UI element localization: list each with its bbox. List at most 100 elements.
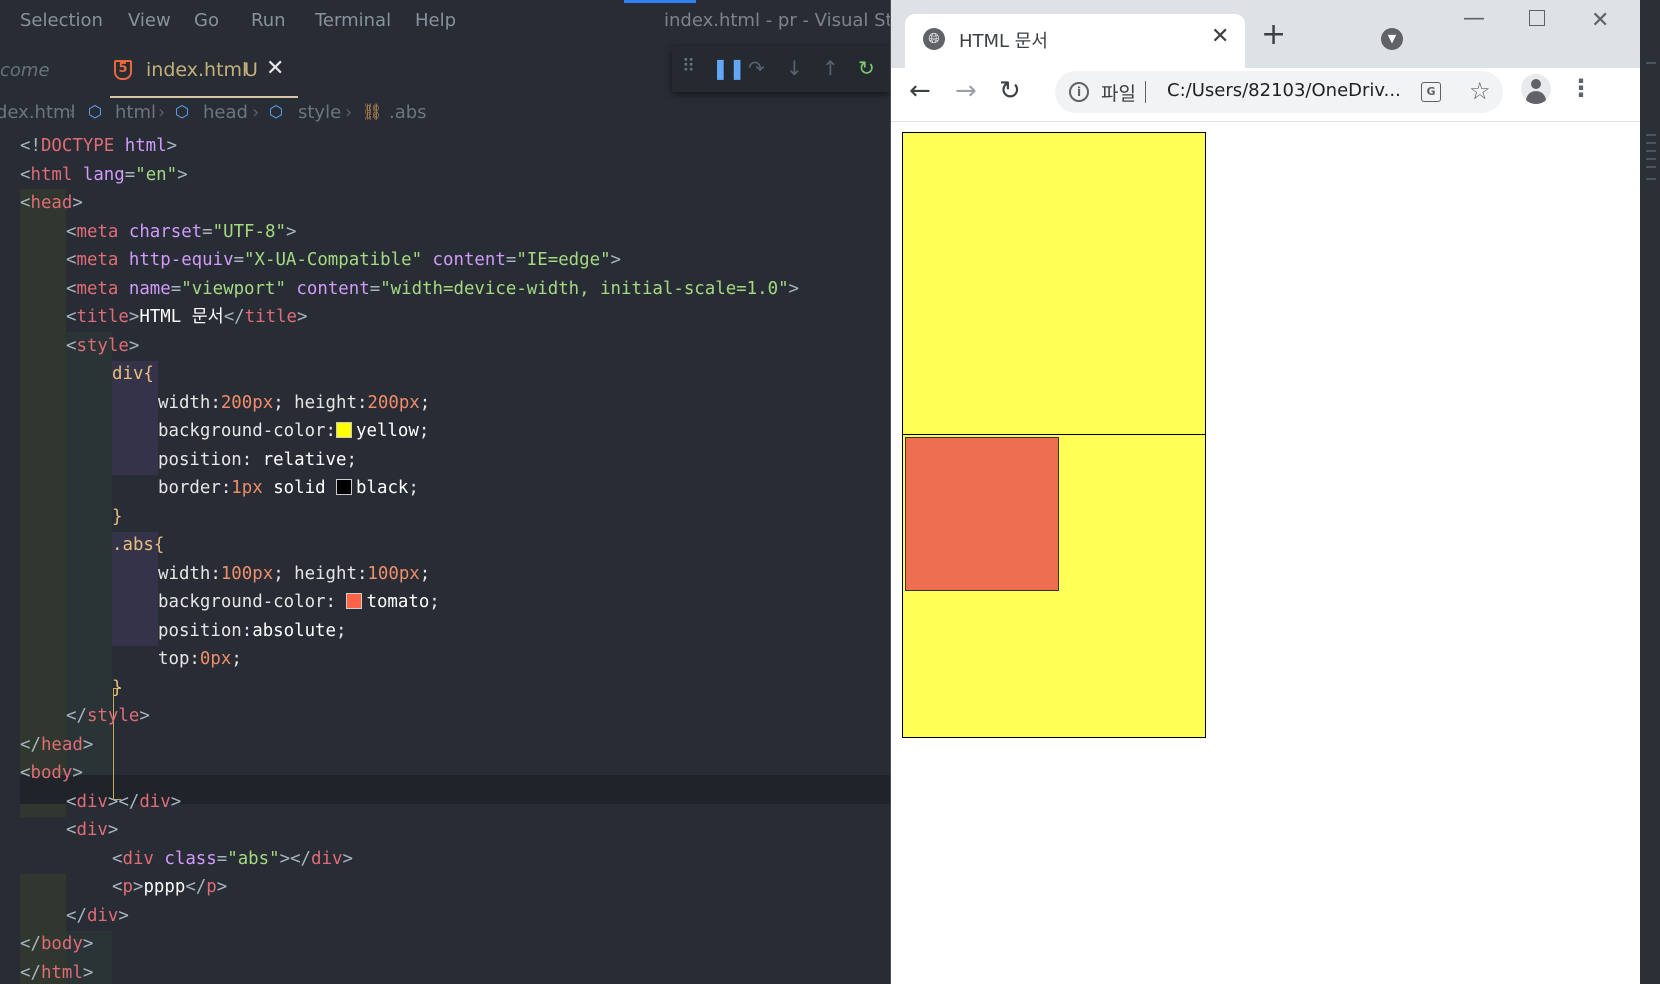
window-title: index.html - pr - Visual Studi <box>664 10 890 31</box>
code-line-28: </div> <box>66 905 129 926</box>
code-editor[interactable]: <!DOCTYPE html> <html lang="en"> <head> … <box>0 132 890 984</box>
code-line-7: <title>HTML 문서</title> <box>66 307 308 327</box>
browser-tab-title: HTML 문서 <box>959 31 1048 52</box>
avatar-head <box>1531 79 1541 89</box>
tab-untracked-badge: U <box>244 59 258 81</box>
code-line-12: position: relative; <box>158 449 357 470</box>
menu-help[interactable]: Help <box>415 10 456 31</box>
code-line-23: <body> <box>20 763 83 783</box>
profile-avatar[interactable] <box>1521 74 1551 104</box>
code-line-25: <div> <box>66 820 119 840</box>
strip-mark <box>1646 166 1656 168</box>
title-accent-bar <box>624 0 696 3</box>
code-line-15: .abs{ <box>112 535 165 555</box>
menu-run[interactable]: Run <box>251 10 286 31</box>
code-line-2: <html lang="en"> <box>20 164 188 185</box>
close-icon[interactable]: ✕ <box>1211 24 1229 49</box>
breadcrumb: dex.html › ⬡ html › ⬡ head › ⬡ style › ⛓… <box>0 102 890 128</box>
chevron-right-icon: › <box>68 102 76 123</box>
menu-bar: Selection View Go Run Terminal Help inde… <box>0 0 890 44</box>
code-line-26: <div class="abs"></div> <box>112 848 353 869</box>
tab-search-icon[interactable]: ▼ <box>1381 28 1403 50</box>
breadcrumb-head[interactable]: head <box>203 102 248 123</box>
chevron-right-icon: › <box>158 102 166 123</box>
avatar-body <box>1526 91 1546 104</box>
breadcrumb-file[interactable]: dex.html <box>0 102 76 123</box>
yellow-div-box <box>902 132 1206 436</box>
drag-handle-icon[interactable]: ⠿ <box>682 56 695 77</box>
debug-toolbar: ⠿ ❚❚ ↷ ↓ ↑ ↻ <box>672 46 890 92</box>
code-line-4: <meta charset="UTF-8"> <box>66 221 297 242</box>
bookmark-star-icon[interactable]: ☆ <box>1469 77 1491 105</box>
page-viewport <box>891 122 1641 984</box>
element-cube-icon: ⬡ <box>175 102 189 121</box>
element-cube-icon: ⬡ <box>269 102 283 121</box>
globe-icon: 🌐︎ <box>923 28 945 50</box>
forward-arrow-icon[interactable]: → <box>955 76 977 106</box>
browser-tab[interactable]: 🌐︎ HTML 문서 ✕ <box>905 14 1245 68</box>
color-swatch-black[interactable] <box>336 479 353 495</box>
code-line-16: width:100px; height:100px; <box>158 563 431 584</box>
menu-view[interactable]: View <box>128 10 171 31</box>
html5-file-icon: 5 <box>114 60 132 80</box>
breadcrumb-abs[interactable]: .abs <box>389 102 427 123</box>
vscode-window: Selection View Go Run Terminal Help inde… <box>0 0 890 984</box>
menu-selection[interactable]: Selection <box>20 10 103 31</box>
menu-go[interactable]: Go <box>194 10 219 31</box>
url-text[interactable]: C:/Users/82103/OneDriv... <box>1167 80 1401 101</box>
maximize-icon[interactable] <box>1529 10 1545 26</box>
strip-mark <box>1646 178 1656 180</box>
code-line-30: </html> <box>20 962 94 983</box>
strip-mark <box>1646 150 1656 152</box>
code-line-19: top:0px; <box>158 649 242 669</box>
step-out-icon[interactable]: ↑ <box>822 56 839 80</box>
tab-close-icon[interactable]: ✕ <box>266 56 284 81</box>
tab-welcome[interactable]: come <box>0 60 50 81</box>
reload-icon[interactable]: ↻ <box>999 76 1021 106</box>
color-swatch-tomato[interactable] <box>346 593 363 609</box>
color-swatch-yellow[interactable] <box>336 422 352 438</box>
menu-terminal[interactable]: Terminal <box>315 10 391 31</box>
window-close-icon[interactable]: ✕ <box>1591 8 1609 33</box>
translate-icon[interactable]: G <box>1421 82 1441 102</box>
info-icon[interactable]: i <box>1069 82 1089 102</box>
code-line-18: position:absolute; <box>158 620 347 641</box>
minimap-strip <box>1640 0 1660 984</box>
strip-mark <box>1646 142 1656 144</box>
code-line-8: <style> <box>66 335 140 356</box>
code-line-11: background-color: yellow; <box>158 421 430 441</box>
tab-filename: index.html <box>146 59 248 81</box>
kebab-menu-icon[interactable]: ⋮ <box>1569 74 1593 102</box>
code-line-6: <meta name="viewport" content="width=dev… <box>66 278 800 299</box>
code-line-9: div{ <box>112 364 154 384</box>
code-line-10: width:200px; height:200px; <box>158 392 431 413</box>
step-into-icon[interactable]: ↓ <box>786 56 803 80</box>
tab-index-html[interactable]: 5 index.html U ✕ <box>110 44 298 98</box>
minimize-icon[interactable]: — <box>1463 6 1485 31</box>
address-bar[interactable]: i 파일 C:/Users/82103/OneDriv... G ☆ <box>1055 71 1503 113</box>
code-line-21: </style> <box>66 706 150 726</box>
breadcrumb-style[interactable]: style <box>298 102 341 123</box>
strip-mark <box>1646 158 1656 160</box>
code-line-22: </head> <box>20 734 94 755</box>
strip-mark <box>1646 62 1656 64</box>
element-cube-icon: ⬡ <box>88 102 102 121</box>
browser-window: 🌐︎ HTML 문서 ✕ + ▼ — ✕ ← → ↻ i 파일 C:/Users… <box>890 0 1641 984</box>
strip-mark <box>1646 134 1656 136</box>
pause-icon[interactable]: ❚❚ <box>712 56 746 80</box>
code-line-24: <div></div> <box>66 791 182 812</box>
tomato-abs-box <box>905 437 1059 591</box>
indent-guide <box>20 189 66 817</box>
new-tab-button[interactable]: + <box>1261 20 1286 50</box>
code-line-14: } <box>112 506 123 527</box>
code-line-5: <meta http-equiv="X-UA-Compatible" conte… <box>66 250 622 270</box>
yellow-div-box-relative <box>902 434 1206 738</box>
scheme-label: 파일 <box>1101 83 1136 105</box>
step-over-icon[interactable]: ↷ <box>748 56 765 80</box>
restart-icon[interactable]: ↻ <box>858 56 875 80</box>
back-arrow-icon[interactable]: ← <box>909 76 931 106</box>
divider <box>1145 81 1146 103</box>
breadcrumb-html[interactable]: html <box>115 102 156 123</box>
browser-tab-strip: 🌐︎ HTML 문서 ✕ + ▼ — ✕ <box>891 0 1641 68</box>
code-line-27: <p>pppp</p> <box>112 877 228 897</box>
